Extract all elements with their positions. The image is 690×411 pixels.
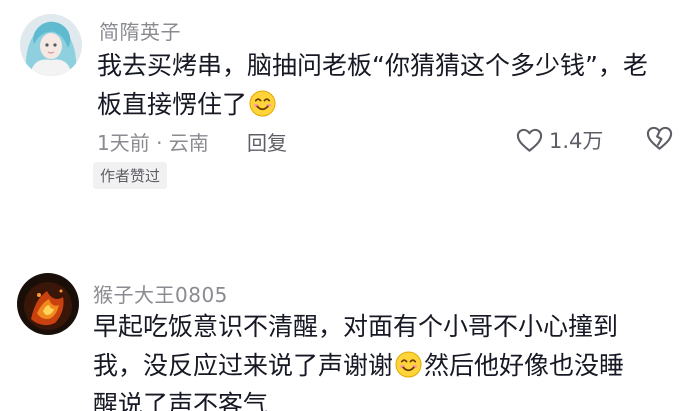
comment-text: 早起吃饭意识不清醒，对面有个小哥不小心撞到 我，没反应过来说了声谢谢 然后他好像… — [93, 307, 624, 411]
comment-text-line: 醒说了声不客气 — [93, 390, 269, 411]
comment-text-line: 板直接愣住了 — [97, 85, 648, 124]
dislike-button[interactable] — [646, 125, 673, 155]
broken-heart-icon — [646, 126, 673, 150]
comment-text-line: 我去买烤串，脑抽问老板“你猜猜这个多少钱”，老 — [97, 51, 648, 80]
smile-emoji — [395, 351, 422, 378]
reply-button[interactable]: 回复 — [247, 127, 287, 156]
username[interactable]: 猴子大王0805 — [93, 279, 228, 308]
avatar[interactable] — [20, 14, 82, 76]
comment-text-segment: 板直接愣住了 — [97, 90, 248, 119]
avatar[interactable] — [17, 273, 79, 335]
like-button[interactable]: 1.4万 — [516, 125, 603, 155]
time-location: 1天前 · 云南 — [97, 131, 209, 155]
comment-text: 我去买烤串，脑抽问老板“你猜猜这个多少钱”，老 板直接愣住了 — [97, 46, 648, 124]
comment-list: 简隋英子 我去买烤串，脑抽问老板“你猜猜这个多少钱”，老 板直接愣住了 1天前 … — [0, 0, 690, 411]
like-count: 1.4万 — [549, 129, 604, 153]
heart-outline-icon — [516, 128, 543, 152]
author-liked-badge: 作者赞过 — [93, 162, 168, 189]
comment-text-line: 早起吃饭意识不清醒，对面有个小哥不小心撞到 — [93, 312, 619, 341]
comment-text-line: 我，没反应过来说了声谢谢 然后他好像也没睡 — [93, 346, 624, 385]
comment-text-segment: 然后他好像也没睡 — [424, 351, 625, 380]
smile-emoji — [249, 90, 276, 117]
username[interactable]: 简隋英子 — [99, 16, 181, 45]
comment-text-segment: 我，没反应过来说了声谢谢 — [93, 351, 394, 380]
